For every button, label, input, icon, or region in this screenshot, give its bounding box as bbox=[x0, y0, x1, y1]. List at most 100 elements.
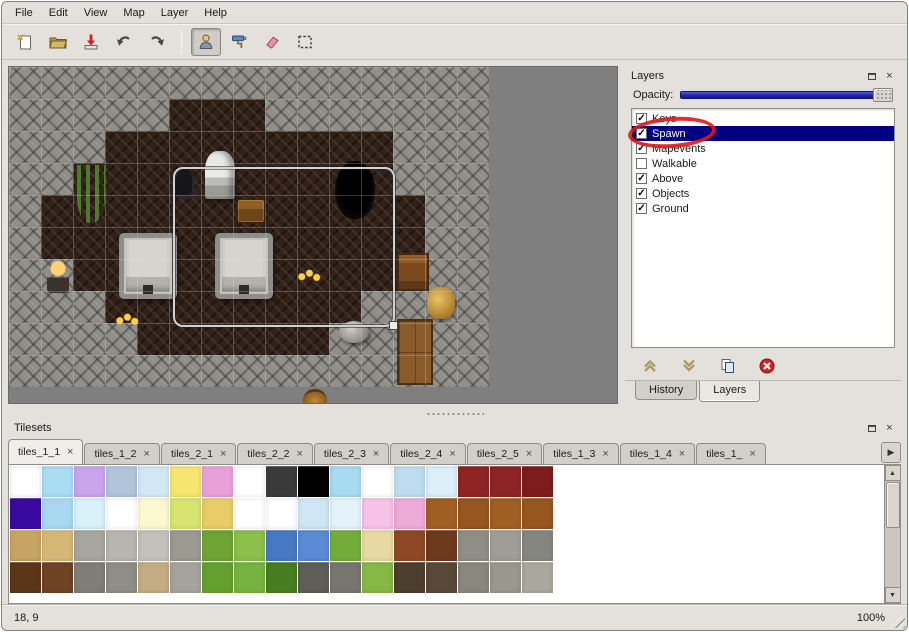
map-canvas[interactable] bbox=[9, 67, 489, 387]
palette-tile[interactable] bbox=[202, 530, 233, 561]
palette-tile[interactable] bbox=[490, 562, 521, 593]
map-tile[interactable] bbox=[73, 291, 105, 323]
menu-help[interactable]: Help bbox=[196, 4, 235, 22]
lower-layer-button[interactable] bbox=[678, 355, 700, 377]
palette-tile[interactable] bbox=[490, 466, 521, 497]
palette-tile[interactable] bbox=[266, 562, 297, 593]
duplicate-layer-button[interactable] bbox=[717, 355, 739, 377]
tab-close-icon[interactable]: × bbox=[749, 449, 755, 460]
map-tile[interactable] bbox=[41, 131, 73, 163]
tab-close-icon[interactable]: × bbox=[449, 449, 455, 460]
splitter-grip[interactable] bbox=[426, 412, 484, 416]
selection-rect[interactable] bbox=[173, 167, 395, 327]
palette-tile[interactable] bbox=[330, 530, 361, 561]
palette-tile[interactable] bbox=[298, 530, 329, 561]
map-tile[interactable] bbox=[265, 323, 297, 355]
palette-tile[interactable] bbox=[170, 498, 201, 529]
palette-tile[interactable] bbox=[266, 466, 297, 497]
map-tile[interactable] bbox=[137, 323, 169, 355]
map-tile[interactable] bbox=[457, 163, 489, 195]
palette-tile[interactable] bbox=[106, 466, 137, 497]
map-tile[interactable] bbox=[457, 195, 489, 227]
map-tile[interactable] bbox=[137, 67, 169, 99]
palette-tile[interactable] bbox=[362, 530, 393, 561]
palette-tile[interactable] bbox=[298, 562, 329, 593]
map-tile[interactable] bbox=[9, 259, 41, 291]
map-tile[interactable] bbox=[233, 355, 265, 387]
map-tile[interactable] bbox=[137, 355, 169, 387]
map-tile[interactable] bbox=[73, 131, 105, 163]
map-tile[interactable] bbox=[169, 99, 201, 131]
palette-tile[interactable] bbox=[266, 530, 297, 561]
save-button[interactable] bbox=[76, 28, 106, 56]
map-tile[interactable] bbox=[233, 67, 265, 99]
tileset-tab-tiles_1_1[interactable]: tiles_1_1× bbox=[8, 439, 83, 464]
map-tile[interactable] bbox=[137, 99, 169, 131]
map-tile[interactable] bbox=[425, 227, 457, 259]
map-tile[interactable] bbox=[457, 259, 489, 291]
eraser-tool-button[interactable] bbox=[257, 28, 287, 56]
palette-tile[interactable] bbox=[298, 498, 329, 529]
map-tile[interactable] bbox=[9, 291, 41, 323]
tab-close-icon[interactable]: × bbox=[602, 449, 608, 460]
map-tile[interactable] bbox=[457, 291, 489, 323]
palette-tile[interactable] bbox=[522, 466, 553, 497]
layer-visibility-checkbox[interactable]: ✓ bbox=[636, 113, 647, 124]
map-tile[interactable] bbox=[425, 195, 457, 227]
map-tile[interactable] bbox=[9, 67, 41, 99]
palette-tile[interactable] bbox=[330, 466, 361, 497]
map-tile[interactable] bbox=[233, 99, 265, 131]
map-tile[interactable] bbox=[265, 99, 297, 131]
tileset-tab-tiles_1_[interactable]: tiles_1_× bbox=[696, 443, 766, 464]
tab-close-icon[interactable]: × bbox=[67, 447, 73, 458]
palette-tile[interactable] bbox=[106, 530, 137, 561]
palette-tile[interactable] bbox=[10, 466, 41, 497]
redo-button[interactable] bbox=[142, 28, 172, 56]
map-tile[interactable] bbox=[361, 67, 393, 99]
map-tile[interactable] bbox=[233, 323, 265, 355]
float-panel-button[interactable] bbox=[864, 69, 879, 83]
tab-close-icon[interactable]: × bbox=[144, 449, 150, 460]
layer-row-keys[interactable]: ✓Keys bbox=[632, 111, 894, 126]
map-tile[interactable] bbox=[361, 131, 393, 163]
map-tile[interactable] bbox=[41, 67, 73, 99]
menu-map[interactable]: Map bbox=[115, 4, 152, 22]
palette-tile[interactable] bbox=[234, 466, 265, 497]
palette-tile[interactable] bbox=[10, 498, 41, 529]
map-tile[interactable] bbox=[329, 67, 361, 99]
palette-tile[interactable] bbox=[42, 466, 73, 497]
map-tile[interactable] bbox=[105, 131, 137, 163]
map-tile[interactable] bbox=[9, 355, 41, 387]
menu-edit[interactable]: Edit bbox=[41, 4, 76, 22]
map-tile[interactable] bbox=[265, 67, 297, 99]
stamp-tool-button[interactable] bbox=[191, 28, 221, 56]
palette-tile[interactable] bbox=[234, 562, 265, 593]
palette-tile[interactable] bbox=[106, 498, 137, 529]
map-tile[interactable] bbox=[169, 323, 201, 355]
open-button[interactable] bbox=[43, 28, 73, 56]
palette-tile[interactable] bbox=[426, 466, 457, 497]
tileset-tab-tiles_2_5[interactable]: tiles_2_5× bbox=[467, 443, 542, 464]
palette-tile[interactable] bbox=[234, 530, 265, 561]
tab-close-icon[interactable]: × bbox=[373, 449, 379, 460]
map-tile[interactable] bbox=[201, 99, 233, 131]
palette-tile[interactable] bbox=[138, 530, 169, 561]
map-tile[interactable] bbox=[265, 131, 297, 163]
palette-tile[interactable] bbox=[74, 530, 105, 561]
map-tile[interactable] bbox=[425, 131, 457, 163]
close-panel-button[interactable]: × bbox=[882, 69, 897, 83]
palette-tile[interactable] bbox=[202, 562, 233, 593]
raise-layer-button[interactable] bbox=[639, 355, 661, 377]
layer-visibility-checkbox[interactable]: ✓ bbox=[636, 203, 647, 214]
map-tile[interactable] bbox=[105, 67, 137, 99]
tileset-tab-tiles_2_1[interactable]: tiles_2_1× bbox=[161, 443, 236, 464]
map-tile[interactable] bbox=[73, 355, 105, 387]
layer-row-objects[interactable]: ✓Objects bbox=[632, 186, 894, 201]
palette-tile[interactable] bbox=[138, 498, 169, 529]
new-file-button[interactable] bbox=[10, 28, 40, 56]
opacity-slider[interactable] bbox=[680, 88, 893, 102]
map-tile[interactable] bbox=[41, 355, 73, 387]
map-tile[interactable] bbox=[137, 163, 169, 195]
palette-tile[interactable] bbox=[234, 498, 265, 529]
layer-row-above[interactable]: ✓Above bbox=[632, 171, 894, 186]
